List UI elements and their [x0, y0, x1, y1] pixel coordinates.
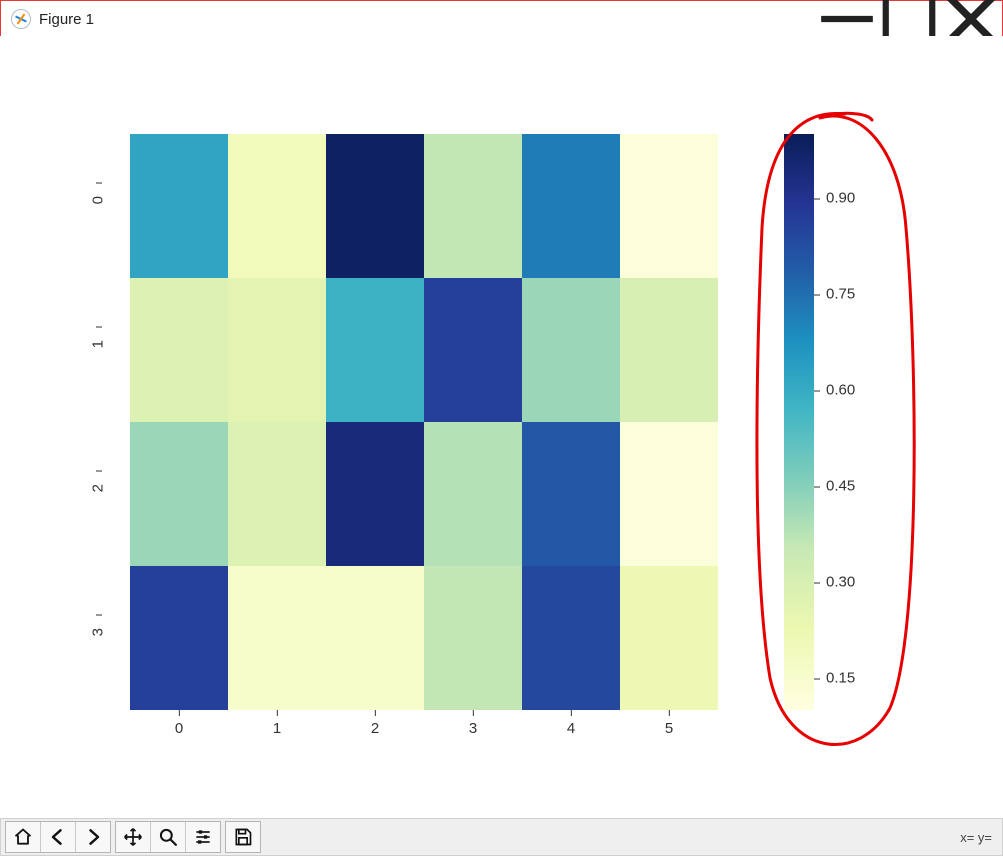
heatmap-cell	[424, 566, 522, 710]
status-coords: x= y=	[960, 830, 992, 845]
y-tick-label: 2	[90, 484, 107, 504]
y-tick-label: 0	[90, 196, 107, 216]
heatmap-cell	[228, 422, 326, 566]
close-button[interactable]	[940, 1, 1002, 37]
window-title: Figure 1	[39, 11, 94, 28]
heatmap-cell	[424, 278, 522, 422]
window-controls	[816, 1, 1002, 37]
heatmap-cell	[326, 566, 424, 710]
colorbar-tick-label: 0.45	[826, 478, 855, 495]
x-tick-label: 4	[567, 720, 575, 737]
colorbar-tick: 0.60	[816, 382, 855, 399]
heatmap-cell	[130, 278, 228, 422]
matplotlib-icon	[11, 9, 31, 29]
heatmap-cell	[424, 422, 522, 566]
heatmap-cell	[522, 134, 620, 278]
y-tick-label: 3	[90, 628, 107, 648]
colorbar-tick-label: 0.30	[826, 574, 855, 591]
heatmap-cell	[228, 278, 326, 422]
home-button[interactable]	[6, 822, 41, 852]
colorbar-tick-label: 0.90	[826, 190, 855, 207]
colorbar-tick-label: 0.60	[826, 382, 855, 399]
zoom-button[interactable]	[151, 822, 186, 852]
heatmap-cell	[130, 566, 228, 710]
forward-button[interactable]	[76, 822, 110, 852]
colorbar-tick: 0.75	[816, 286, 855, 303]
maximize-button[interactable]	[878, 1, 940, 37]
heatmap-cell	[522, 566, 620, 710]
heatmap-cell	[130, 422, 228, 566]
x-tick-label: 1	[273, 720, 281, 737]
x-tick-label: 5	[665, 720, 673, 737]
toolbar: x= y=	[0, 818, 1003, 856]
x-tick-label: 2	[371, 720, 379, 737]
colorbar	[784, 134, 814, 710]
heatmap-cell	[424, 134, 522, 278]
heatmap-axes	[130, 134, 718, 710]
heatmap-cell	[326, 278, 424, 422]
pan-button[interactable]	[116, 822, 151, 852]
figure-canvas[interactable]: 0 1 2 3 0 1 2 3 4 5 0.15 0.30 0.45 0.60 0.75 0.90	[0, 36, 1003, 820]
heatmap-cell	[522, 422, 620, 566]
heatmap-cell	[326, 422, 424, 566]
colorbar-tick-label: 0.75	[826, 286, 855, 303]
window-titlebar: Figure 1	[0, 0, 1003, 38]
y-tick-label: 1	[90, 340, 107, 360]
heatmap-cell	[620, 422, 718, 566]
minimize-button[interactable]	[816, 1, 878, 37]
heatmap-cell	[326, 134, 424, 278]
heatmap-cell	[130, 134, 228, 278]
heatmap-cell	[522, 278, 620, 422]
colorbar-tick: 0.15	[816, 670, 855, 687]
colorbar-tick-label: 0.15	[826, 670, 855, 687]
heatmap-cell	[620, 278, 718, 422]
colorbar-tick: 0.90	[816, 190, 855, 207]
x-tick-label: 0	[175, 720, 183, 737]
colorbar-tick: 0.30	[816, 574, 855, 591]
heatmap-cell	[620, 566, 718, 710]
back-button[interactable]	[41, 822, 76, 852]
heatmap-cell	[228, 134, 326, 278]
x-tick-label: 3	[469, 720, 477, 737]
save-button[interactable]	[226, 822, 260, 852]
configure-subplots-button[interactable]	[186, 822, 220, 852]
heatmap-cell	[620, 134, 718, 278]
heatmap-cell	[228, 566, 326, 710]
colorbar-tick: 0.45	[816, 478, 855, 495]
